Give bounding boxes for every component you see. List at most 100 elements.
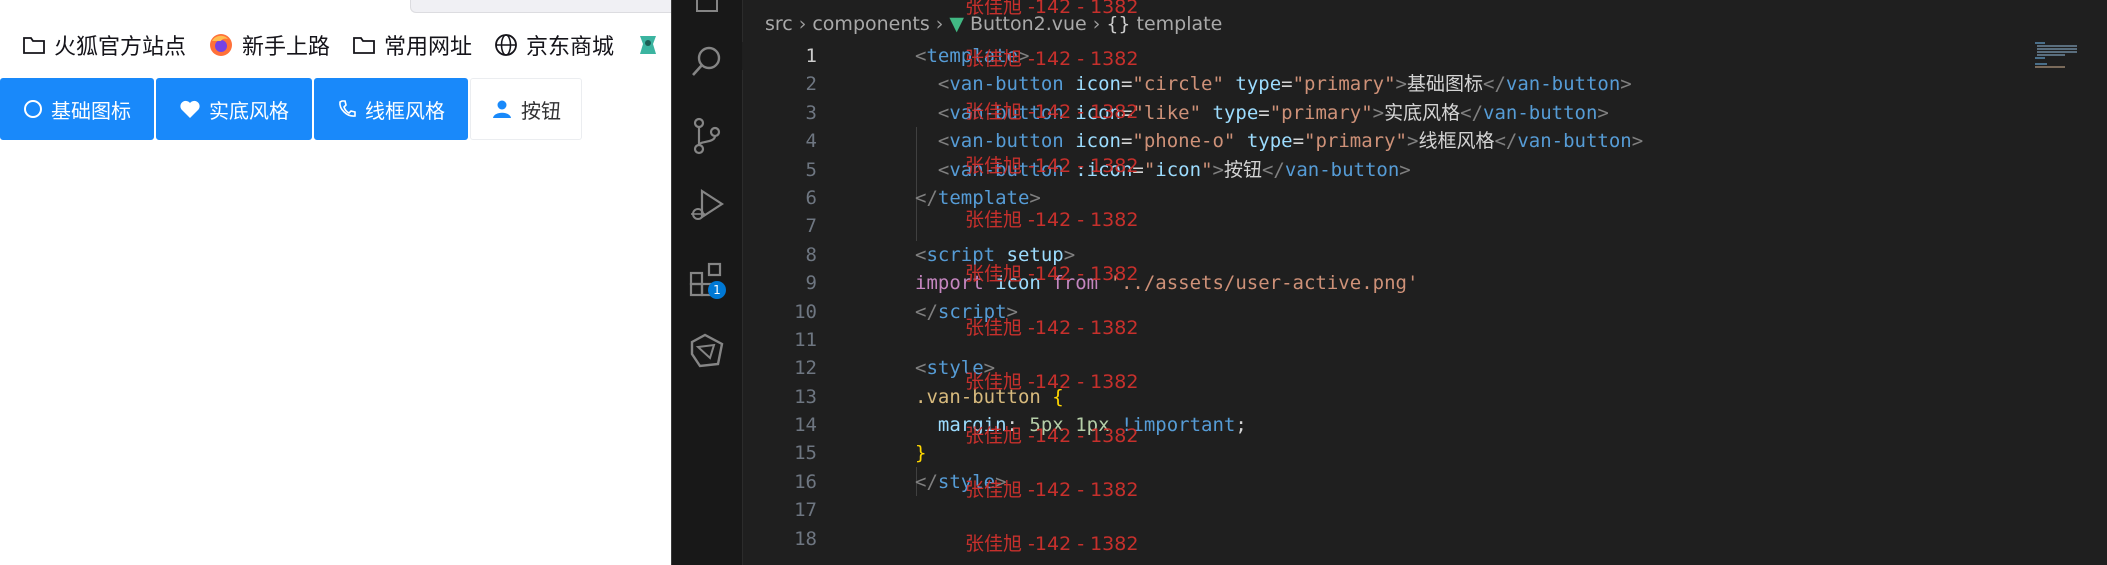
phone-icon: [337, 99, 357, 119]
bookmark-item-partial[interactable]: [636, 32, 668, 58]
outline-style-button[interactable]: 线框风格: [314, 78, 468, 140]
line-number: 14: [794, 414, 817, 437]
code-text: margin: 5px 1px !important;: [937, 414, 1247, 437]
line-number: 6: [805, 186, 817, 209]
bookmark-label: 常用网址: [384, 35, 473, 60]
code-line: 4 <van-button icon="phone-o" type="prima…: [742, 127, 2032, 155]
breadcrumb-components[interactable]: components: [812, 13, 929, 35]
line-number: 13: [794, 385, 817, 408]
bookmarks-toolbar: 火狐官方站点 新手上路 常用网址 京东商城: [0, 22, 671, 68]
code-text: <van-button icon="circle" type="primary"…: [937, 73, 1632, 96]
minimap[interactable]: [2033, 40, 2107, 80]
button-label: 线框风格: [365, 98, 445, 123]
code-line: 10 </script>: [742, 298, 2032, 326]
code-text: .van-button {: [915, 385, 1064, 408]
line-number: 18: [794, 527, 817, 550]
solid-style-button[interactable]: 实底风格: [156, 78, 312, 140]
bookmark-item-common-urls[interactable]: 常用网址: [352, 29, 472, 61]
code-line: 11: [742, 326, 2032, 354]
line-number: 17: [794, 499, 817, 522]
code-text: <style>: [915, 357, 996, 380]
code-text: <template>: [915, 45, 1030, 67]
code-text: <van-button icon="phone-o" type="primary…: [937, 130, 1644, 153]
breadcrumb-src[interactable]: src: [765, 13, 793, 35]
code-text: </template>: [915, 186, 1041, 209]
code-line: 2 <van-button icon="circle" type="primar…: [742, 70, 2032, 98]
vue-file-icon: ▼: [949, 13, 964, 35]
code-text: <van-button :icon="icon">按钮</van-button>: [937, 158, 1411, 181]
activity-bar: 1: [671, 0, 743, 565]
line-number: 10: [794, 300, 817, 323]
explorer-icon[interactable]: [687, 0, 727, 30]
line-number: 5: [805, 158, 817, 181]
breadcrumb-symbol[interactable]: template: [1137, 13, 1223, 35]
van-button-group: 基础图标 实底风格 线框风格 按钮: [0, 78, 583, 142]
code-line: 16 </style>: [742, 468, 2032, 496]
firefox-icon: [210, 34, 233, 56]
line-number: 8: [805, 243, 817, 266]
code-text: <script setup>: [915, 243, 1076, 266]
code-line: 18: [742, 525, 2032, 553]
breadcrumb-file[interactable]: Button2.vue: [970, 13, 1087, 35]
code-line: 14 margin: 5px 1px !important;: [742, 411, 2032, 439]
address-bar-edge: [410, 0, 671, 13]
code-text: }: [915, 442, 927, 465]
remote-icon[interactable]: [687, 330, 727, 370]
code-line: 5 <van-button :icon="icon">按钮</van-butto…: [742, 156, 2032, 184]
vscode-editor: 1 src › components › ▼ Button2.vue › {} …: [671, 0, 2107, 565]
chevron-right-icon: ›: [935, 13, 944, 35]
button-label: 实底风格: [209, 98, 289, 123]
bookmark-item-getting-started[interactable]: 新手上路: [208, 29, 330, 61]
chevron-right-icon: ›: [1092, 13, 1101, 35]
site-icon: [640, 36, 657, 54]
line-number: 2: [805, 73, 817, 96]
code-line: 17: [742, 496, 2032, 524]
code-editor[interactable]: 1 <template> 2 <van-button icon="circle" …: [742, 42, 2032, 553]
code-line: 7: [742, 212, 2032, 240]
like-icon: [179, 99, 201, 119]
bookmark-label: 新手上路: [242, 35, 331, 60]
bookmark-item-jd[interactable]: 京东商城: [494, 29, 614, 61]
folder-icon: [23, 37, 45, 54]
run-debug-icon[interactable]: [687, 186, 727, 226]
button-label: 按钮: [521, 98, 561, 123]
folder-icon: [353, 37, 375, 54]
line-number: 4: [805, 130, 817, 153]
code-line: 1 <template>: [742, 42, 2032, 71]
bookmark-label: 火狐官方站点: [54, 35, 187, 60]
code-text: import icon from '../assets/user-active.…: [915, 272, 1419, 295]
line-number: 12: [794, 357, 817, 380]
basic-icon-button[interactable]: 基础图标: [0, 78, 154, 140]
line-number: 7: [805, 215, 817, 238]
chevron-right-icon: ›: [798, 13, 807, 35]
code-text: </style>: [915, 470, 1007, 493]
bookmark-item-firefox-site[interactable]: 火狐官方站点: [22, 29, 186, 61]
line-number: 11: [794, 328, 817, 351]
code-line: 8 <script setup>: [742, 241, 2032, 269]
breadcrumb: src › components › ▼ Button2.vue › {} te…: [765, 10, 1222, 38]
code-line: 6 </template>: [742, 184, 2032, 212]
line-number: 16: [794, 470, 817, 493]
user-icon: [491, 99, 513, 119]
globe-icon: [495, 34, 517, 56]
circle-icon: [23, 99, 43, 119]
button-label: 基础图标: [51, 98, 131, 123]
code-line: 12 <style>: [742, 354, 2032, 382]
code-line: 3 <van-button icon="like" type="primary"…: [742, 99, 2032, 127]
symbol-icon: {}: [1106, 13, 1131, 35]
code-text: <van-button icon="like" type="primary">实…: [937, 101, 1609, 124]
line-number: 3: [805, 101, 817, 124]
code-line: 15}: [742, 439, 2032, 467]
code-line: 13 .van-button {: [742, 383, 2032, 411]
custom-icon-button[interactable]: 按钮: [470, 78, 582, 140]
bookmark-label: 京东商城: [526, 35, 615, 60]
code-line: 9 import icon from '../assets/user-active…: [742, 269, 2032, 297]
extensions-badge: 1: [708, 281, 726, 299]
source-control-icon[interactable]: [687, 116, 727, 156]
code-text: </script>: [915, 300, 1018, 323]
line-number: 15: [794, 442, 817, 465]
line-number: 1: [805, 45, 817, 67]
search-icon[interactable]: [687, 42, 727, 82]
browser-viewport: 火狐官方站点 新手上路 常用网址 京东商城 基础图标 实底风格 线框风格 按钮: [0, 0, 671, 565]
line-number: 9: [805, 272, 817, 295]
